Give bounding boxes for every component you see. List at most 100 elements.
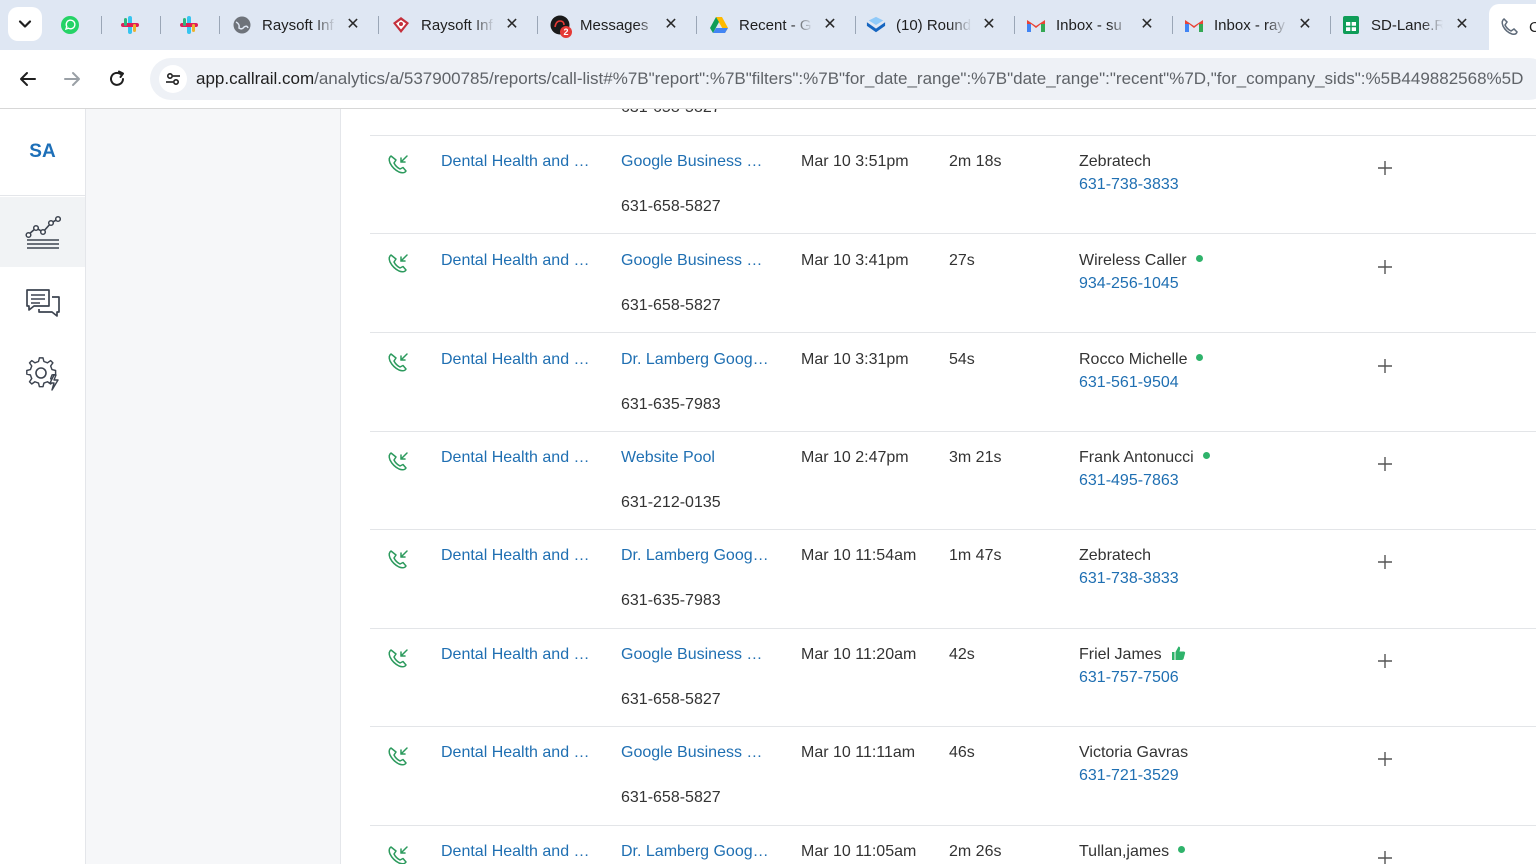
plus-icon[interactable]	[1376, 455, 1394, 473]
company-link[interactable]: Dental Health and Wellness	[441, 547, 591, 565]
gmail-icon	[1026, 15, 1046, 35]
source-link[interactable]: Dr. Lamberg Google Business Profile	[621, 351, 771, 369]
call-time: Mar 10 3:51pm	[801, 153, 909, 170]
plus-icon[interactable]	[1376, 159, 1394, 177]
caller-number-link[interactable]: 631-561-9504	[1079, 374, 1179, 392]
tab-title: Raysoft Inf	[262, 16, 334, 34]
browser-tab-google-drive[interactable]: Recent - G ✕	[709, 8, 849, 42]
table-row[interactable]: Dental Health and Wellness Google Busine…	[370, 135, 1536, 234]
company-link[interactable]: Dental Health and Wellness	[441, 449, 591, 467]
inbound-call-icon	[388, 353, 408, 372]
nav-analytics[interactable]	[0, 197, 85, 267]
source-link[interactable]: Dr. Lamberg Google Business Profile	[621, 843, 771, 861]
inbound-call-icon	[388, 452, 408, 471]
close-icon[interactable]: ✕	[1296, 15, 1314, 33]
tracking-number: 631-658-5827	[621, 789, 721, 806]
caller-name-text: Friel James	[1079, 646, 1162, 663]
callrail-app: SA Dental Health and W Google Business P…	[0, 109, 1536, 864]
tracking-number: 631-658-5827	[621, 297, 721, 314]
source-link[interactable]: Dr. Lamberg Google Business Profile	[621, 547, 771, 565]
company-link[interactable]: Dental Health and Wellness	[441, 843, 591, 861]
plus-icon[interactable]	[1376, 750, 1394, 768]
site-settings-icon[interactable]	[159, 65, 187, 93]
caller-number-link[interactable]: 631-738-3833	[1079, 176, 1179, 194]
reload-icon	[110, 70, 124, 86]
plus-icon[interactable]	[1376, 357, 1394, 375]
call-time: Mar 10 3:31pm	[801, 351, 909, 368]
browser-tab-strip: Raysoft Inf ✕ Raysoft Inf ✕ 2 Messages ✕…	[0, 0, 1536, 50]
forward-button[interactable]	[57, 64, 87, 94]
close-icon[interactable]: ✕	[1453, 15, 1471, 33]
table-row-partial[interactable]: 631-658-5827	[370, 109, 1536, 136]
company-link[interactable]: Dental Health and Wellness	[441, 351, 591, 369]
call-time: Mar 10 11:54am	[801, 547, 917, 564]
caller-number-link[interactable]: 631-738-3833	[1079, 570, 1179, 588]
tab-separator	[696, 16, 697, 34]
plus-icon[interactable]	[1376, 652, 1394, 670]
source-link[interactable]: Google Business Profile	[621, 153, 771, 171]
caller-name: Friel James	[1079, 646, 1186, 664]
reload-button[interactable]	[102, 64, 132, 94]
inbound-call-icon	[388, 747, 408, 766]
tab-separator	[160, 16, 161, 34]
source-link[interactable]: Google Business Profile	[621, 744, 771, 762]
tab-title: (10) Round	[896, 16, 972, 34]
close-icon[interactable]: ✕	[344, 15, 362, 33]
call-duration: 3m 21s	[949, 449, 1002, 466]
thumbs-up-icon	[1171, 646, 1185, 660]
browser-tab-raysoft-2[interactable]: Raysoft Inf ✕	[391, 8, 531, 42]
close-icon[interactable]: ✕	[503, 15, 521, 33]
table-row[interactable]: Dental Health and Wellness Dr. Lamberg G…	[370, 530, 1536, 629]
address-bar[interactable]: app.callrail.com/analytics/a/537900785/r…	[150, 58, 1536, 100]
globe-icon	[232, 15, 252, 35]
plus-icon[interactable]	[1376, 849, 1394, 864]
secondary-panel	[86, 109, 341, 864]
table-row[interactable]: Dental Health and Wellness Google Busine…	[370, 727, 1536, 826]
table-row[interactable]: Dental Health and Wellness Dr. Lamberg G…	[370, 333, 1536, 432]
caller-name-text: Frank Antonucci	[1079, 449, 1194, 466]
browser-tab-gmail-1[interactable]: Inbox - su ✕	[1026, 8, 1166, 42]
table-row[interactable]: Dental Health and Wellness Google Busine…	[370, 234, 1536, 333]
plus-icon[interactable]	[1376, 258, 1394, 276]
url-host: app.callrail.com	[196, 69, 315, 88]
tab-search-button[interactable]	[8, 7, 42, 41]
arrow-right-icon	[64, 72, 80, 86]
browser-tab-sheets[interactable]: SD-Lane.R ✕	[1341, 8, 1481, 42]
company-link[interactable]: Dental Health and Wellness	[441, 744, 591, 762]
company-link[interactable]: Dental Health and Wellness	[441, 153, 591, 171]
browser-tab-raysoft-1[interactable]: Raysoft Inf ✕	[232, 8, 372, 42]
browser-tab-roundcube[interactable]: (10) Round ✕	[866, 8, 1008, 42]
nav-settings[interactable]	[0, 339, 85, 409]
status-dot	[1196, 354, 1204, 362]
close-icon[interactable]: ✕	[1138, 15, 1156, 33]
caller-name-text: Zebratech	[1079, 547, 1152, 564]
browser-tab-callrail-active[interactable]: C	[1489, 4, 1536, 50]
table-row[interactable]: Dental Health and Wellness Google Busine…	[370, 629, 1536, 727]
table-row[interactable]: Dental Health and Wellness Website Pool …	[370, 432, 1536, 530]
caller-name-text: Zebratech	[1079, 153, 1152, 170]
source-link[interactable]: Website Pool	[621, 449, 771, 467]
tab-title: Messages	[580, 16, 649, 34]
browser-tab-gmail-2[interactable]: Inbox - ray ✕	[1184, 8, 1324, 42]
company-link[interactable]: Dental Health and Wellness	[441, 646, 591, 664]
analytics-icon	[24, 215, 61, 249]
inbound-call-icon	[388, 550, 408, 569]
plus-icon[interactable]	[1376, 553, 1394, 571]
caller-number-link[interactable]: 631-495-7863	[1079, 472, 1179, 490]
close-icon[interactable]: ✕	[980, 15, 998, 33]
table-row[interactable]: Dental Health and Wellness Dr. Lamberg G…	[370, 826, 1536, 864]
browser-tab-messages[interactable]: 2 Messages ✕	[550, 8, 690, 42]
back-button[interactable]	[13, 64, 43, 94]
source-link[interactable]: Google Business Profile	[621, 252, 771, 270]
tab-title: C	[1529, 18, 1536, 36]
caller-number-link[interactable]: 631-721-3529	[1079, 767, 1179, 785]
company-link[interactable]: Dental Health and Wellness	[441, 252, 591, 270]
close-icon[interactable]: ✕	[662, 15, 680, 33]
source-link[interactable]: Google Business Profile	[621, 646, 771, 664]
caller-number-link[interactable]: 631-757-7506	[1079, 669, 1179, 687]
caller-number-link[interactable]: 934-256-1045	[1079, 275, 1179, 293]
account-avatar[interactable]: SA	[0, 109, 85, 196]
nav-conversations[interactable]	[0, 268, 85, 338]
close-icon[interactable]: ✕	[821, 15, 839, 33]
tab-title: Raysoft Inf	[421, 16, 493, 34]
